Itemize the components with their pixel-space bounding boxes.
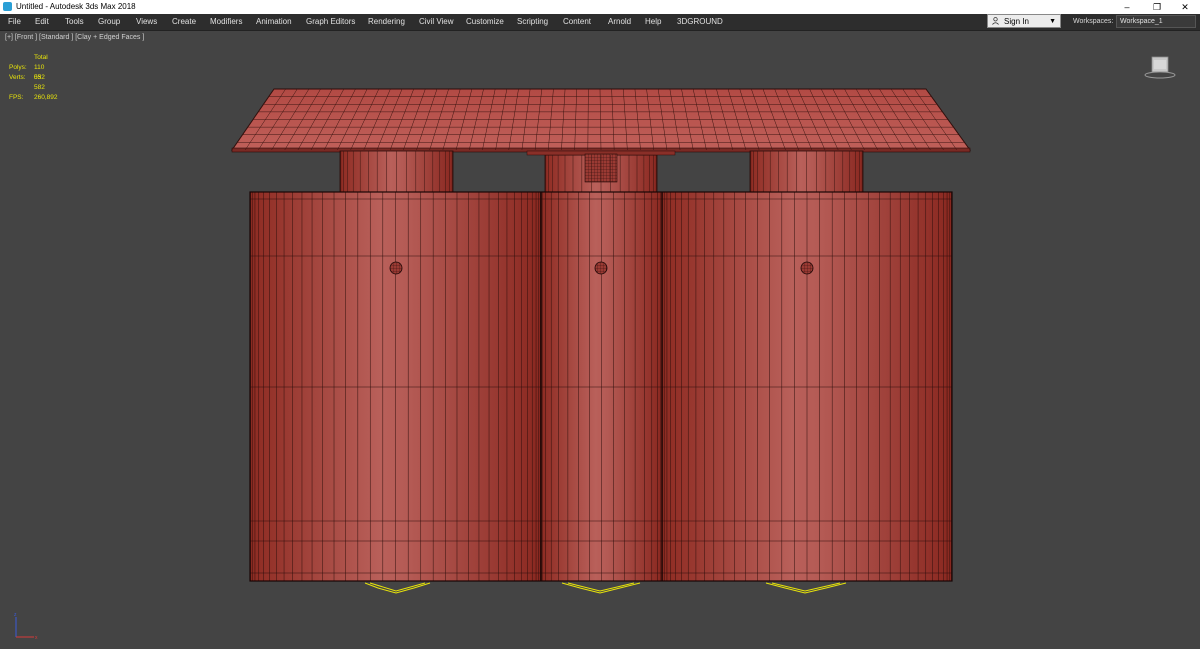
menu-customize[interactable]: Customize — [466, 14, 504, 30]
title-bar: Untitled - Autodesk 3ds Max 2018 – ❐ ✕ — [0, 0, 1200, 14]
menu-animation[interactable]: Animation — [256, 14, 292, 30]
user-icon — [992, 17, 999, 25]
axis-tripod-icon: z x — [14, 612, 38, 641]
menu-content[interactable]: Content — [563, 14, 591, 30]
verts-label: Verts: — [9, 74, 26, 81]
upper-cylinders[interactable] — [339, 150, 864, 194]
fps-value: 260,892 — [34, 94, 58, 101]
window-title: Untitled - Autodesk 3ds Max 2018 — [16, 2, 136, 11]
stats-header: Total — [34, 54, 48, 61]
menu-views[interactable]: Views — [136, 14, 157, 30]
menu-help[interactable]: Help — [645, 14, 661, 30]
menu-scripting[interactable]: Scripting — [517, 14, 548, 30]
menu-graph-editors[interactable]: Graph Editors — [306, 14, 355, 30]
viewport-label[interactable]: [+] [Front ] [Standard ] [Clay + Edged F… — [5, 34, 144, 41]
sign-in-dropdown[interactable]: Sign In ▼ — [987, 14, 1061, 28]
selected-feet[interactable] — [364, 582, 847, 594]
menu-3dground[interactable]: 3DGROUND — [677, 14, 723, 30]
menu-group[interactable]: Group — [98, 14, 120, 30]
main-tank-mesh[interactable] — [249, 191, 953, 582]
menu-rendering[interactable]: Rendering — [368, 14, 405, 30]
svg-text:z: z — [14, 612, 17, 618]
fps-label: FPS: — [9, 94, 24, 101]
scene-canvas[interactable] — [0, 31, 1200, 649]
front-viewport[interactable]: [+] [Front ] [Standard ] [Clay + Edged F… — [0, 31, 1200, 649]
workspaces-label: Workspaces: — [1073, 18, 1114, 25]
chevron-down-icon: ▼ — [1049, 18, 1056, 25]
viewcube-icon[interactable] — [1144, 55, 1176, 79]
menu-modifiers[interactable]: Modifiers — [210, 14, 242, 30]
close-button[interactable]: ✕ — [1170, 0, 1200, 14]
menu-civil-view[interactable]: Civil View — [419, 14, 454, 30]
menu-file[interactable]: File — [8, 14, 21, 30]
polys-label: Polys: — [9, 64, 27, 71]
menu-create[interactable]: Create — [172, 14, 196, 30]
menu-edit[interactable]: Edit — [35, 14, 49, 30]
menu-arnold[interactable]: Arnold — [608, 14, 631, 30]
minimize-button[interactable]: – — [1112, 0, 1142, 14]
roof-mesh[interactable] — [231, 88, 971, 153]
svg-text:x: x — [35, 635, 38, 641]
verts-value: 55 582 — [34, 74, 45, 91]
3dsmax-app-icon — [3, 2, 12, 11]
sign-in-label: Sign In — [1004, 17, 1029, 26]
workspace-select[interactable]: Workspace_1 — [1116, 15, 1196, 28]
menu-tools[interactable]: Tools — [65, 14, 84, 30]
maximize-button[interactable]: ❐ — [1142, 0, 1172, 14]
